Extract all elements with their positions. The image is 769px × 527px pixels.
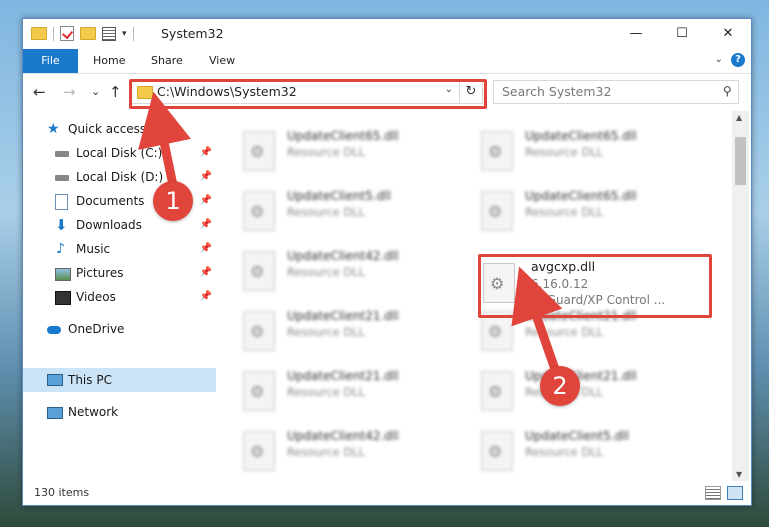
step-badge-2: 2 bbox=[540, 366, 580, 406]
annotation-arrows bbox=[138, 91, 563, 377]
arrow-to-address-bar bbox=[138, 91, 191, 195]
step-badge-1: 1 bbox=[153, 181, 193, 221]
arrow-to-dll-file bbox=[511, 266, 563, 377]
